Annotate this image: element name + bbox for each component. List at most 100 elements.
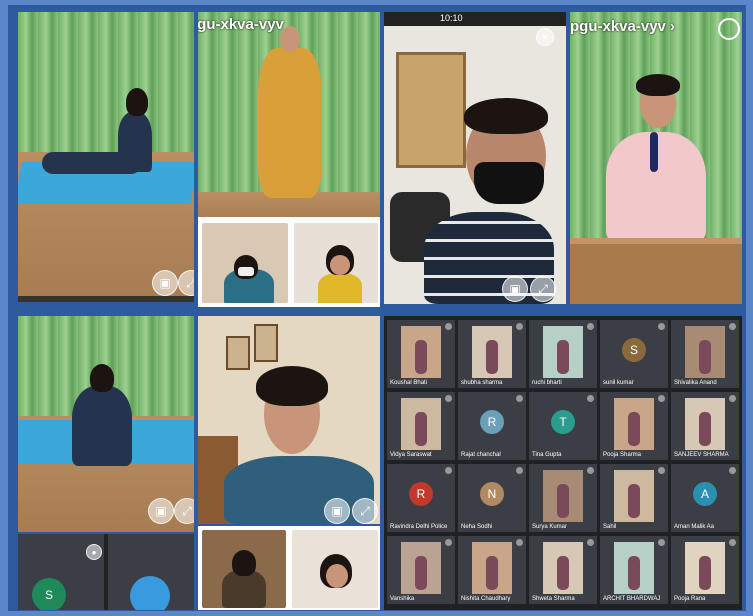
mic-off-icon (516, 467, 523, 474)
mic-off-icon (445, 323, 452, 330)
mini-video-child (292, 221, 380, 305)
mini-video-1 (200, 528, 288, 610)
participant-tile[interactable]: T Tina Gupta (529, 392, 597, 460)
participant-tile[interactable]: SANJEEV SHARMA (671, 392, 739, 460)
participant-avatar: R (480, 410, 504, 434)
participant-tile[interactable]: Shivalika Anand (671, 320, 739, 388)
call-tiles-strip: S ● (18, 534, 194, 610)
mic-off-icon (658, 395, 665, 402)
participant-name: Neha Sodhi (461, 524, 493, 530)
bottom-bar (18, 296, 194, 302)
participant-avatar: R (409, 482, 433, 506)
wall-frame (396, 52, 466, 168)
participant-figure (557, 340, 569, 374)
participant-name: Shivalika Anand (674, 380, 717, 386)
camera-icon[interactable]: ▣ (148, 498, 174, 524)
mic-off-icon (658, 467, 665, 474)
participant-tile[interactable]: ruchi bharti (529, 320, 597, 388)
participant-avatar: S (622, 338, 646, 362)
participant-tile[interactable]: Sahil (600, 464, 668, 532)
participant-figure (699, 340, 711, 374)
participant-name: sunil kumar (603, 380, 634, 386)
participant-name: Pooja Rana (674, 596, 706, 602)
participant-name: Shweta Sharma (532, 596, 575, 602)
participant-figure (415, 556, 427, 590)
participant-avatar: T (551, 410, 575, 434)
participant-tile[interactable]: Pooja Sharma (600, 392, 668, 460)
status-bar (384, 12, 566, 26)
participant-tile[interactable]: Nishita Chaudhary (458, 536, 526, 604)
close-icon[interactable]: ✕ (536, 28, 554, 46)
video-panel-yoga-cobra: ▣ ⤢ (18, 12, 194, 302)
participant-name: shubha sharma (461, 380, 503, 386)
mic-off-icon (729, 467, 736, 474)
participant-tile[interactable]: Vanshika (387, 536, 455, 604)
mic-off-icon (445, 467, 452, 474)
meeting-code-text: pgu-xkva-vyv (570, 18, 666, 35)
status-time: 10:10 (440, 13, 463, 23)
participant-figure (415, 412, 427, 446)
mic-off-icon (516, 539, 523, 546)
face-mask (474, 162, 544, 204)
participant-grid: Koushal Bhati shubha sharma ruchi bharti Ss… (384, 316, 742, 610)
participant-figure (486, 340, 498, 374)
camera-icon[interactable]: ▣ (152, 270, 178, 296)
mic-off-icon (587, 323, 594, 330)
participant-tile[interactable]: Surya Kumar (529, 464, 597, 532)
participant-tile[interactable]: Vidya Saraswat (387, 392, 455, 460)
participant-figure (557, 484, 569, 518)
participant-figure (415, 340, 427, 374)
participant-name: SANJEEV SHARMA (674, 452, 729, 458)
wall-frame (254, 324, 278, 362)
mic-off-icon[interactable]: ● (86, 544, 102, 560)
dancer-figure (258, 48, 322, 198)
wall-frame (226, 336, 250, 370)
participant-avatar: N (480, 482, 504, 506)
participant-tile[interactable]: Koushal Bhati (387, 320, 455, 388)
video-panel-saree: ▣ ⤢ (198, 316, 380, 524)
participant-tile[interactable]: shubha sharma (458, 320, 526, 388)
participant-tile[interactable]: Ssunil kumar (600, 320, 668, 388)
participant-head (90, 364, 114, 392)
video-panel-masked-man: 10:10 ▣ ⤢ ✕ (384, 12, 566, 304)
camera-icon[interactable]: ▣ (324, 498, 350, 524)
mic-off-icon (516, 395, 523, 402)
participant-figure (628, 412, 640, 446)
expand-icon[interactable]: ⤢ (530, 276, 556, 302)
participant-tile[interactable]: ARCHIT BHARDWAJ (600, 536, 668, 604)
participant-avatar: S (32, 578, 66, 610)
podium (570, 238, 742, 304)
participant-name: ruchi bharti (532, 380, 562, 386)
participant-torso (118, 112, 152, 172)
mic-off-icon (587, 539, 594, 546)
participant-name: Pooja Sharma (603, 452, 642, 458)
mic-off-icon (516, 323, 523, 330)
participant-name: Vanshika (390, 596, 415, 602)
participant-tile[interactable]: N Neha Sodhi (458, 464, 526, 532)
camera-icon[interactable]: ▣ (502, 276, 528, 302)
rotate-camera-icon[interactable] (718, 18, 740, 40)
mic-off-icon (729, 395, 736, 402)
participant-tile[interactable]: Pooja Rana (671, 536, 739, 604)
participant-name: Koushal Bhati (390, 380, 428, 386)
participant-name: Rajat chanchal (461, 452, 501, 458)
participant-tile[interactable]: A Aman Malik Aa (671, 464, 739, 532)
meeting-code-label-right: pgu-xkva-vyv › (570, 18, 675, 35)
chevron-right-icon[interactable]: › (670, 18, 675, 35)
mini-video-teacher (200, 221, 290, 305)
dancer-head (280, 26, 300, 52)
participant-figure (699, 556, 711, 590)
expand-icon[interactable]: ⤢ (352, 498, 378, 524)
participant-tile[interactable]: R Rajat chanchal (458, 392, 526, 460)
child-figure (318, 273, 362, 303)
participant-name: Aman Malik Aa (674, 524, 715, 530)
participant-name: Tina Gupta (532, 452, 562, 458)
mic-off-icon (658, 539, 665, 546)
participant-tile[interactable]: R Ravindra Delhi Police (387, 464, 455, 532)
participant-head (126, 88, 148, 116)
participant-tile[interactable]: Shweta Sharma (529, 536, 597, 604)
mini-strip-bottom (198, 526, 380, 610)
mini-video-2 (290, 528, 380, 610)
mask-icon (238, 267, 254, 276)
expand-icon[interactable]: ⤢ (174, 498, 194, 524)
